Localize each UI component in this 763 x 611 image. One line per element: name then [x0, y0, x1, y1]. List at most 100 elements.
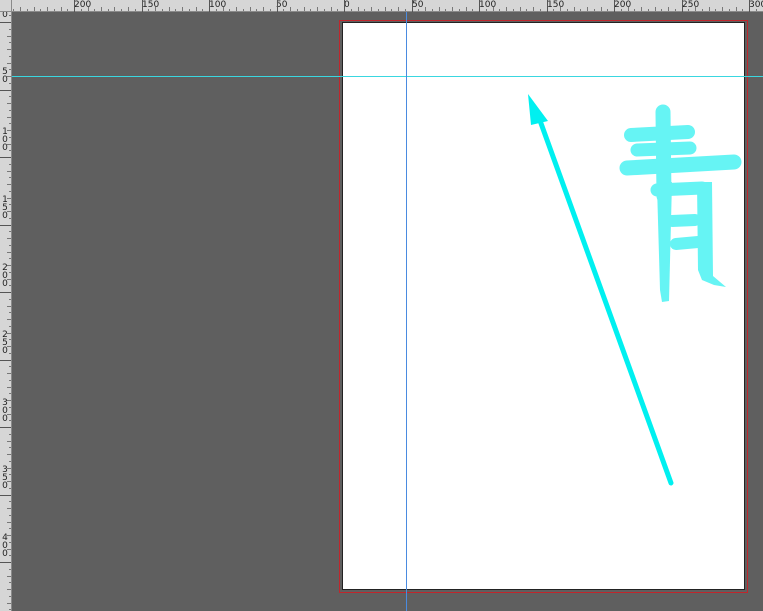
ruler-top-tick: [61, 7, 62, 11]
ruler-left-tick: [9, 272, 11, 273]
ruler-left-label-250: 250: [2, 330, 8, 356]
ruler-top-tick: [34, 7, 35, 11]
ruler-left-tick: [0, 22, 11, 23]
ruler-top-tick: [202, 9, 203, 11]
ruler-top-tick: [607, 9, 608, 11]
ruler-top-tick: [94, 9, 95, 11]
ruler-top-tick: [344, 0, 345, 12]
ruler-top-tick: [736, 7, 737, 11]
ruler-top-tick: [553, 9, 554, 11]
ruler-top-tick: [175, 9, 176, 11]
ruler-left-tick: [7, 319, 11, 320]
ruler-left-tick: [0, 90, 11, 91]
ruler-left-tick: [9, 326, 11, 327]
handwritten-kanji[interactable]: [619, 104, 742, 302]
ruler-corner[interactable]: [0, 0, 12, 12]
ruler-top-tick: [749, 0, 750, 12]
ruler-left-tick: [7, 49, 11, 50]
ruler-top-tick: [317, 7, 318, 11]
ruler-left-tick: [9, 137, 11, 138]
ruler-left-tick: [9, 380, 11, 381]
ruler-top-tick: [27, 9, 28, 11]
ruler-top-tick: [479, 0, 480, 12]
ruler-left-tick: [7, 468, 11, 469]
ruler-top-tick: [270, 9, 271, 11]
ruler-top-tick: [742, 9, 743, 11]
ruler-left-tick: [7, 589, 11, 590]
ruler-left-tick: [9, 204, 11, 205]
ruler-top-tick: [101, 7, 102, 11]
ruler-left-label-350: 350: [2, 465, 8, 491]
ruler-left-tick: [7, 508, 11, 509]
ruler-top-tick: [439, 7, 440, 11]
ruler-top-tick: [513, 9, 514, 11]
ruler-top-label-250: 250: [682, 0, 700, 10]
ruler-top-tick: [432, 9, 433, 11]
ruler-top-tick: [391, 9, 392, 11]
ruler-left-tick: [0, 225, 11, 226]
ruler-left-label-100: 100: [2, 127, 8, 153]
ruler-left-tick: [7, 184, 11, 185]
ruler-left-tick: [9, 555, 11, 556]
ruler-top-tick: [641, 7, 642, 11]
ruler-top-tick: [634, 9, 635, 11]
vertical-ruler[interactable]: 0 50 100 150 200 250 300 350 400: [0, 0, 12, 611]
ruler-left-tick: [7, 603, 11, 604]
ruler-left-tick: [7, 198, 11, 199]
ruler-top-tick: [540, 9, 541, 11]
ruler-top-tick: [169, 7, 170, 11]
ruler-left-tick: [9, 596, 11, 597]
ruler-top-tick: [472, 9, 473, 11]
ruler-top-tick: [108, 9, 109, 11]
ruler-left-tick: [9, 164, 11, 165]
ruler-top-tick: [621, 9, 622, 11]
ruler-top-tick: [425, 7, 426, 11]
ruler-left-tick: [9, 83, 11, 84]
ruler-left-label-400: 400: [2, 533, 8, 559]
ruler-left-tick: [7, 117, 11, 118]
ruler-left-tick: [7, 144, 11, 145]
ruler-top-tick: [209, 0, 210, 12]
ruler-left-tick: [7, 414, 11, 415]
ruler-top-tick: [81, 9, 82, 11]
ruler-top-tick: [223, 7, 224, 11]
ruler-top-tick: [648, 9, 649, 11]
ruler-left-tick: [7, 454, 11, 455]
ruler-top-tick: [574, 7, 575, 11]
ruler-top-label-150: 150: [547, 0, 565, 10]
ruler-left-tick: [7, 238, 11, 239]
ruler-top-tick: [661, 9, 662, 11]
ruler-top-tick: [196, 7, 197, 11]
ruler-left-tick: [0, 360, 11, 361]
ruler-top-tick: [493, 7, 494, 11]
horizontal-ruler[interactable]: 200 150 100 50 0 50 100 150 200 250 300: [0, 0, 763, 12]
ruler-top-tick: [371, 7, 372, 11]
ruler-top-tick: [13, 9, 14, 11]
ruler-top-tick: [526, 9, 527, 11]
ruler-top-tick: [682, 0, 683, 12]
arrow-head: [528, 94, 548, 125]
ruler-top-tick: [385, 7, 386, 11]
ruler-top-tick: [567, 9, 568, 11]
ruler-top-tick: [445, 9, 446, 11]
ruler-left-tick: [7, 306, 11, 307]
ruler-left-tick: [9, 420, 11, 421]
ruler-top-tick: [20, 7, 21, 11]
ruler-top-tick: [256, 9, 257, 11]
ruler-left-tick: [7, 279, 11, 280]
ruler-top-tick: [114, 7, 115, 11]
ruler-top-tick: [216, 9, 217, 11]
ruler-left-tick: [7, 76, 11, 77]
drawing-layer[interactable]: [0, 0, 763, 611]
ruler-left-tick: [9, 474, 11, 475]
ruler-left-tick: [9, 366, 11, 367]
ruler-left-tick: [7, 265, 11, 266]
ruler-left-tick: [9, 231, 11, 232]
ruler-left-tick: [7, 387, 11, 388]
ruler-top-tick: [560, 7, 561, 11]
ruler-left-tick: [9, 29, 11, 30]
ruler-top-tick: [47, 7, 48, 11]
ruler-top-tick: [304, 7, 305, 11]
ruler-left-tick: [0, 157, 11, 158]
ruler-top-tick: [290, 7, 291, 11]
